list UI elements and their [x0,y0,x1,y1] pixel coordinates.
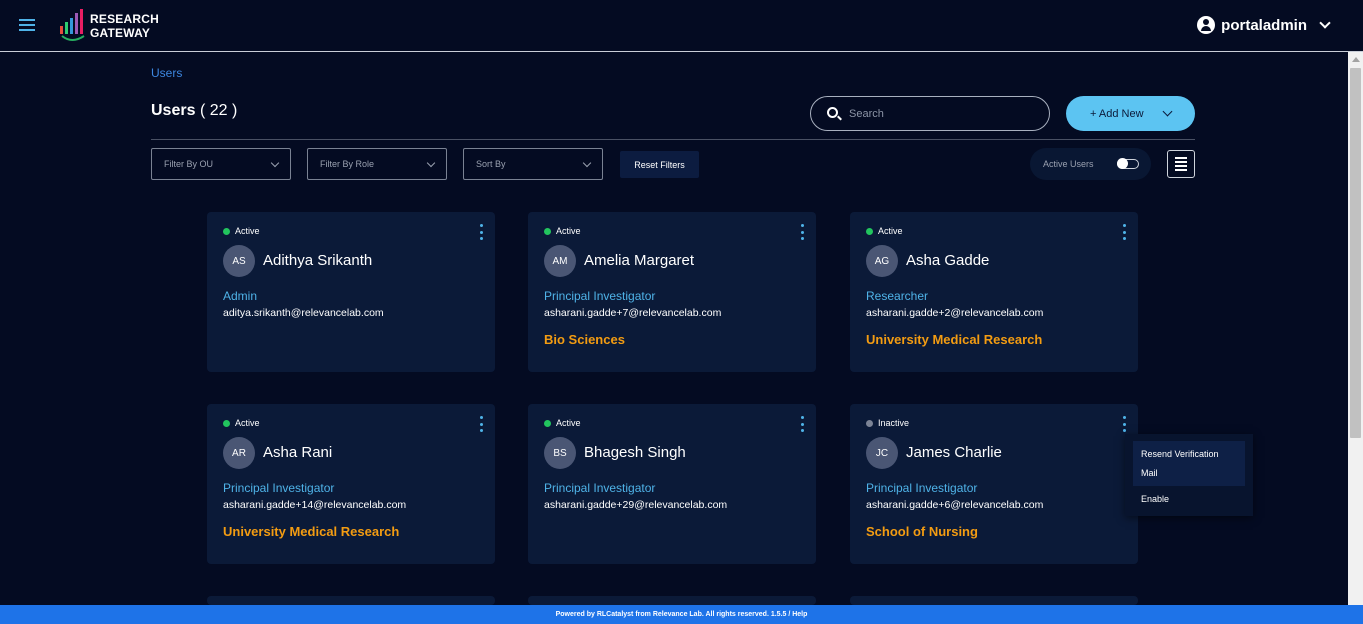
user-email: asharani.gadde+29@relevancelab.com [544,499,728,511]
active-users-filter: Active Users [1030,148,1151,180]
scrollbar[interactable] [1348,52,1363,605]
chevron-down-icon [270,158,280,168]
search-input[interactable] [849,107,1029,120]
avatar: AG [866,245,898,277]
user-role: Principal Investigator [544,289,656,303]
status-badge: Active [544,226,581,236]
user-card[interactable] [528,596,816,605]
chevron-down-icon [426,158,436,168]
status-badge: Active [544,418,581,428]
user-org: University Medical Research [866,332,1043,347]
chevron-down-icon [1319,17,1331,29]
user-card[interactable]: Inactive JC James Charlie Principal Inve… [850,404,1138,564]
page-title: Users ( 22 ) [151,102,238,119]
user-card[interactable]: Active AR Asha Rani Principal Investigat… [207,404,495,564]
avatar: JC [866,437,898,469]
user-card[interactable]: Active AG Asha Gadde Researcher asharani… [850,212,1138,372]
divider [151,139,1195,140]
list-view-icon[interactable] [1167,150,1195,178]
active-users-label: Active Users [1043,159,1094,169]
more-options-icon[interactable] [1120,224,1128,240]
more-options-icon[interactable] [798,224,806,240]
avatar: AS [223,245,255,277]
status-badge: Inactive [866,418,909,428]
avatar: BS [544,437,576,469]
status-dot-icon [866,227,873,235]
status-dot-icon [223,419,230,427]
user-role: Principal Investigator [544,481,656,495]
more-options-icon[interactable] [477,416,485,432]
user-org: University Medical Research [223,524,400,539]
user-card[interactable] [850,596,1138,605]
add-new-button[interactable]: + Add New [1066,96,1195,131]
research-gateway-logo [60,9,85,41]
scroll-up-arrow-icon[interactable] [1352,57,1360,62]
active-users-toggle[interactable] [1117,158,1139,169]
user-name: Bhagesh Singh [584,444,686,461]
search-icon [827,107,838,118]
reset-filters-button[interactable]: Reset Filters [620,151,699,178]
user-org: Bio Sciences [544,332,625,347]
avatar: AR [223,437,255,469]
user-card[interactable]: Active AS Adithya Srikanth Admin aditya.… [207,212,495,372]
user-name: Amelia Margaret [584,252,695,269]
status-dot-icon [866,419,873,427]
breadcrumb[interactable]: Users [151,66,182,80]
user-email: asharani.gadde+7@relevancelab.com [544,307,722,319]
more-options-icon[interactable] [1120,416,1128,432]
status-dot-icon [544,227,551,235]
avatar: AM [544,245,576,277]
filter-by-role-select[interactable]: Filter By Role [307,148,447,180]
user-context-menu: Resend Verification Mail Enable [1125,434,1253,516]
status-badge: Active [866,226,903,236]
resend-verification-mail-menu-item[interactable]: Resend Verification Mail [1133,441,1245,486]
status-dot-icon [223,227,230,235]
user-menu[interactable]: portaladmin [1197,16,1331,34]
menu-icon[interactable] [19,19,35,31]
status-badge: Active [223,418,260,428]
footer: Powered by RLCatalyst from Relevance Lab… [0,605,1363,624]
enable-menu-item[interactable]: Enable [1133,490,1177,509]
user-role: Admin [223,289,258,303]
search-field[interactable] [810,96,1050,131]
user-name: James Charlie [906,444,1002,461]
user-count: ( 22 ) [199,102,238,119]
user-card[interactable]: Active BS Bhagesh Singh Principal Invest… [528,404,816,564]
user-role: Principal Investigator [223,481,335,495]
user-account-icon [1197,16,1216,34]
user-role: Principal Investigator [866,481,978,495]
user-name: Asha Rani [263,444,333,461]
user-email: asharani.gadde+2@relevancelab.com [866,307,1044,319]
user-role: Researcher [866,289,929,303]
more-options-icon[interactable] [798,416,806,432]
status-badge: Active [223,226,260,236]
scroll-thumb[interactable] [1350,68,1361,438]
user-org: School of Nursing [866,524,978,539]
user-email: aditya.srikanth@relevancelab.com [223,307,384,319]
user-name: Adithya Srikanth [263,252,373,269]
user-card[interactable]: Active AM Amelia Margaret Principal Inve… [528,212,816,372]
more-options-icon[interactable] [477,224,485,240]
chevron-down-icon [582,158,592,168]
chevron-down-icon [1162,106,1172,117]
filter-by-ou-select[interactable]: Filter By OU [151,148,291,180]
username-label: portaladmin [1221,16,1307,34]
user-email: asharani.gadde+6@relevancelab.com [866,499,1044,511]
top-bar: RESEARCH GATEWAY portaladmin [0,0,1363,52]
status-dot-icon [544,419,551,427]
user-email: asharani.gadde+14@relevancelab.com [223,499,407,511]
logo-text: RESEARCH GATEWAY [90,12,159,40]
sort-by-select[interactable]: Sort By [463,148,603,180]
user-name: Asha Gadde [906,252,990,269]
user-card[interactable] [207,596,495,605]
